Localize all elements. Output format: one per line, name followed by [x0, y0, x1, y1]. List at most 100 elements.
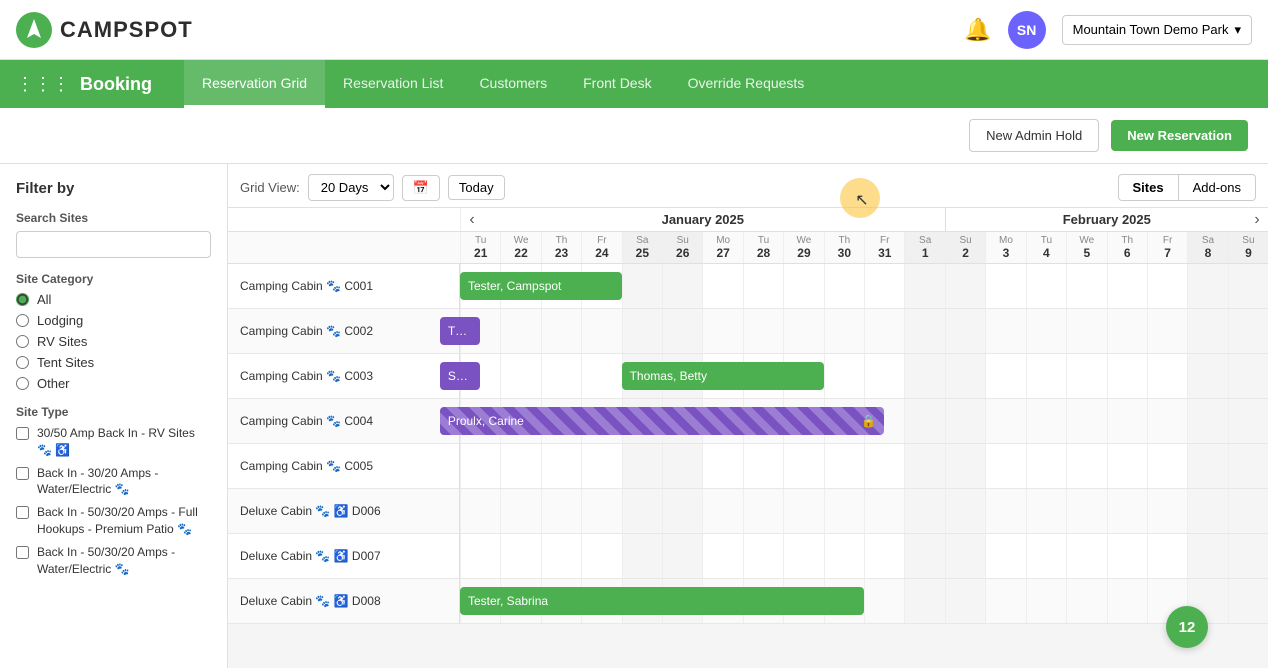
filter-title: Filter by: [16, 180, 211, 197]
day-header-1: Sa1: [904, 232, 944, 263]
day-headers: Tu21We22Th23Fr24Sa25Su26Mo27Tu28We29Th30…: [228, 232, 1268, 264]
category-rv-sites[interactable]: RV Sites: [16, 334, 211, 349]
site-type-3[interactable]: Back In - 50/30/20 Amps - Full Hookups -…: [16, 504, 211, 538]
day-header-6: Th6: [1107, 232, 1147, 263]
site-type-label: Site Type: [16, 405, 211, 419]
grid-cells: T…: [460, 309, 1268, 353]
reservation-block[interactable]: S…: [440, 362, 480, 390]
prev-month-button[interactable]: ‹: [461, 208, 483, 231]
nav-title: Booking: [80, 74, 152, 95]
search-sites-input[interactable]: [16, 231, 211, 258]
site-label: Camping Cabin 🐾 C001: [228, 264, 460, 308]
day-header-25: Sa25: [622, 232, 662, 263]
site-label: Deluxe Cabin 🐾 ♿ D008: [228, 579, 460, 623]
new-reservation-button[interactable]: New Reservation: [1111, 120, 1248, 151]
site-label: Camping Cabin 🐾 C004: [228, 399, 460, 443]
reservation-block[interactable]: Thomas, Betty: [622, 362, 824, 390]
today-button[interactable]: Today: [448, 175, 505, 200]
january-label: January 2025: [662, 208, 744, 231]
day-header-4: Tu4: [1026, 232, 1066, 263]
site-col-header: [228, 208, 460, 231]
bell-icon[interactable]: 🔔: [964, 17, 991, 43]
nav-links: Reservation Grid Reservation List Custom…: [184, 60, 822, 108]
category-lodging[interactable]: Lodging: [16, 313, 211, 328]
day-header-7: Fr7: [1147, 232, 1187, 263]
sidebar: Filter by Search Sites Site Category All…: [0, 164, 228, 668]
day-header-23: Th23: [541, 232, 581, 263]
site-label: Camping Cabin 🐾 C005: [228, 444, 460, 488]
logo-area: CAMPSPOT: [16, 12, 193, 48]
table-row: Camping Cabin 🐾 C002T…: [228, 309, 1268, 354]
day-header-24: Fr24: [581, 232, 621, 263]
grid-cells: [460, 489, 1268, 533]
nav-reservation-grid[interactable]: Reservation Grid: [184, 60, 325, 108]
table-row: Camping Cabin 🐾 C001Tester, Campspot: [228, 264, 1268, 309]
nav-reservation-list[interactable]: Reservation List: [325, 60, 461, 108]
site-label: Camping Cabin 🐾 C002: [228, 309, 460, 353]
category-other[interactable]: Other: [16, 376, 211, 391]
main-layout: Filter by Search Sites Site Category All…: [0, 164, 1268, 668]
grid-view-label: Grid View:: [240, 180, 300, 195]
grid-rows: Camping Cabin 🐾 C001Tester, CampspotCamp…: [228, 264, 1268, 668]
grid-cells: [460, 444, 1268, 488]
action-bar: New Admin Hold New Reservation: [0, 108, 1268, 164]
reservation-block[interactable]: Tester, Campspot: [460, 272, 622, 300]
site-category-label: Site Category: [16, 272, 211, 286]
category-all[interactable]: All: [16, 292, 211, 307]
campspot-logo-icon: [16, 12, 52, 48]
month-headers: ‹ January 2025 February 2025 ›: [228, 208, 1268, 232]
chevron-down-icon: ▾: [1234, 22, 1241, 38]
avatar[interactable]: SN: [1008, 11, 1046, 49]
badge-count: 12: [1179, 619, 1196, 636]
top-right: 🔔 SN Mountain Town Demo Park ▾: [964, 11, 1252, 49]
map-badge[interactable]: 12: [1166, 606, 1208, 648]
nav-front-desk[interactable]: Front Desk: [565, 60, 669, 108]
lock-icon: 🔒: [861, 414, 876, 428]
site-label: Deluxe Cabin 🐾 ♿ D007: [228, 534, 460, 578]
next-month-button[interactable]: ›: [1246, 208, 1268, 231]
grid-cells: Tester, Campspot: [460, 264, 1268, 308]
day-header-29: We29: [783, 232, 823, 263]
logo-text: CAMPSPOT: [60, 17, 193, 43]
grid-controls: Grid View: 20 Days 📅 Today Sites Add-ons: [228, 164, 1268, 208]
day-header-30: Th30: [824, 232, 864, 263]
sites-addons-tabs: Sites Add-ons: [1118, 174, 1257, 201]
table-row: Deluxe Cabin 🐾 ♿ D006: [228, 489, 1268, 534]
day-header-22: We22: [500, 232, 540, 263]
day-header-9: Su9: [1228, 232, 1268, 263]
top-bar: CAMPSPOT 🔔 SN Mountain Town Demo Park ▾: [0, 0, 1268, 60]
day-header-2: Su2: [945, 232, 985, 263]
grid-cells: Proulx, Carine🔒: [460, 399, 1268, 443]
site-label: Camping Cabin 🐾 C003: [228, 354, 460, 398]
day-header-8: Sa8: [1187, 232, 1227, 263]
grid-area: Grid View: 20 Days 📅 Today Sites Add-ons…: [228, 164, 1268, 668]
february-label: February 2025: [1063, 208, 1151, 231]
days-row: Tu21We22Th23Fr24Sa25Su26Mo27Tu28We29Th30…: [460, 232, 1268, 263]
tab-addons[interactable]: Add-ons: [1179, 174, 1256, 201]
table-row: Camping Cabin 🐾 C004Proulx, Carine🔒: [228, 399, 1268, 444]
table-row: Camping Cabin 🐾 C003S… Thomas, Betty: [228, 354, 1268, 399]
table-row: Deluxe Cabin 🐾 ♿ D008Tester, Sabrina: [228, 579, 1268, 624]
calendar-picker-button[interactable]: 📅: [402, 175, 440, 201]
site-type-4[interactable]: Back In - 50/30/20 Amps - Water/Electric…: [16, 544, 211, 578]
day-header-27: Mo27: [702, 232, 742, 263]
grid-icon: ⋮⋮⋮: [16, 74, 70, 95]
grid-cells: [460, 534, 1268, 578]
nav-customers[interactable]: Customers: [461, 60, 565, 108]
day-header-28: Tu28: [743, 232, 783, 263]
reservation-block[interactable]: Tester, Sabrina: [460, 587, 864, 615]
new-admin-hold-button[interactable]: New Admin Hold: [969, 119, 1099, 152]
nav-override-requests[interactable]: Override Requests: [670, 60, 823, 108]
tab-sites[interactable]: Sites: [1118, 174, 1179, 201]
day-header-5: We5: [1066, 232, 1106, 263]
grid-view-select[interactable]: 20 Days: [308, 174, 394, 201]
park-name: Mountain Town Demo Park: [1073, 22, 1229, 37]
day-header-26: Su26: [662, 232, 702, 263]
site-type-1[interactable]: 30/50 Amp Back In - RV Sites 🐾 ♿: [16, 425, 211, 459]
reservation-block[interactable]: T…: [440, 317, 480, 345]
day-header-31: Fr31: [864, 232, 904, 263]
site-type-2[interactable]: Back In - 30/20 Amps - Water/Electric 🐾: [16, 465, 211, 499]
category-tent-sites[interactable]: Tent Sites: [16, 355, 211, 370]
park-selector[interactable]: Mountain Town Demo Park ▾: [1062, 15, 1252, 45]
reservation-block[interactable]: Proulx, Carine🔒: [440, 407, 884, 435]
